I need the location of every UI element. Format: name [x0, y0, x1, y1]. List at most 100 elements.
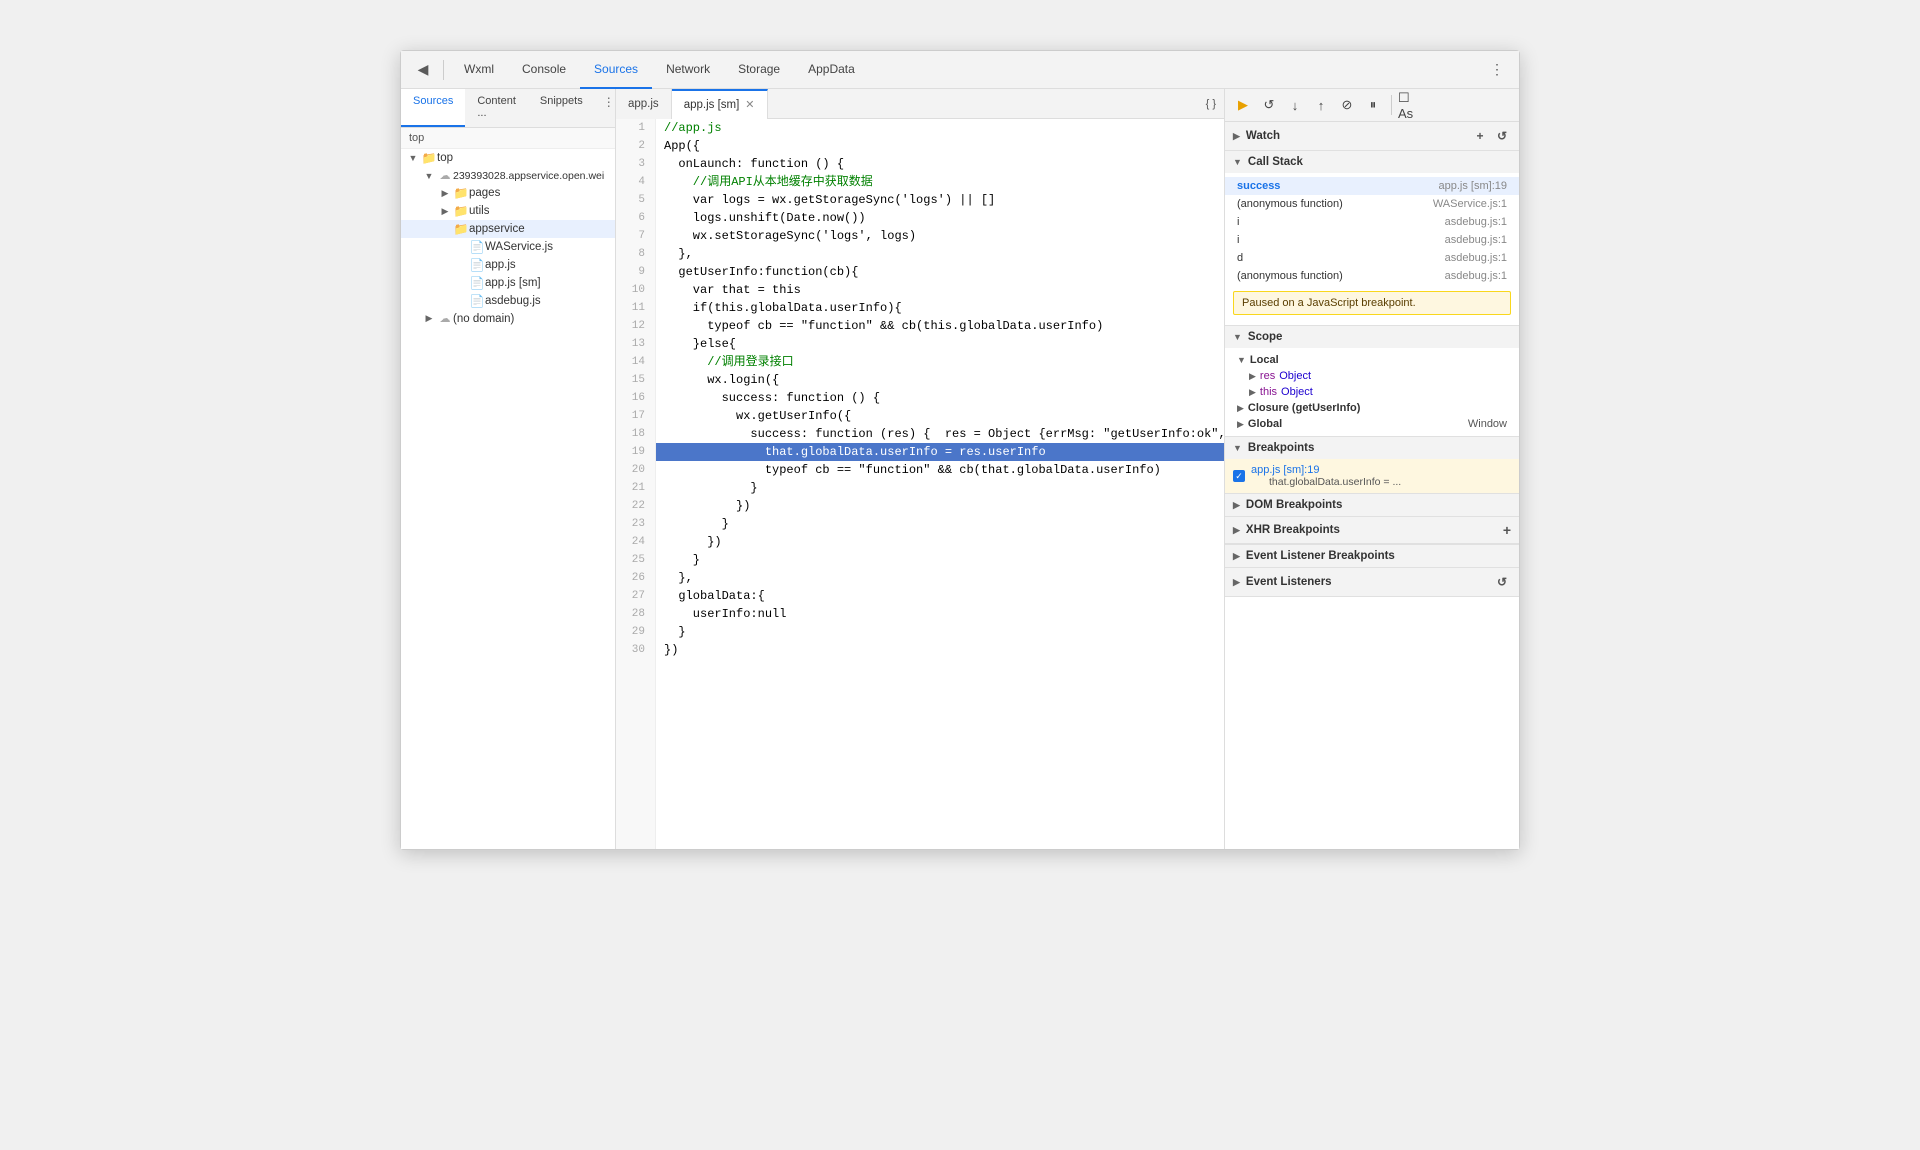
code-line-5[interactable]: var logs = wx.getStorageSync('logs') || … — [656, 191, 1224, 209]
tab-console[interactable]: Console — [508, 51, 580, 89]
tab-storage[interactable]: Storage — [724, 51, 794, 89]
tree-label-nodomain: (no domain) — [453, 313, 514, 325]
breakpoint-item-0[interactable]: ✓ app.js [sm]:19 that.globalData.userInf… — [1225, 461, 1519, 491]
call-stack-name-3: i — [1237, 234, 1437, 246]
watch-add-icon[interactable]: + — [1471, 127, 1489, 145]
xhr-add-icon[interactable]: + — [1503, 522, 1511, 538]
more-menu-icon[interactable]: ⋮ — [1483, 56, 1511, 84]
code-line-3[interactable]: onLaunch: function () { — [656, 155, 1224, 173]
code-line-25[interactable]: } — [656, 551, 1224, 569]
tab-sources[interactable]: Sources — [580, 51, 652, 89]
code-line-7[interactable]: wx.setStorageSync('logs', logs) — [656, 227, 1224, 245]
tree-item-domain[interactable]: ▼ ☁ 239393028.appservice.open.wei — [401, 167, 615, 184]
sidebar-tab-content[interactable]: Content ... — [465, 89, 528, 127]
event-listeners-header[interactable]: Event Listeners ↺ — [1225, 568, 1519, 596]
pause-on-exceptions-button[interactable]: ⏸ — [1361, 93, 1385, 117]
tab-wxml[interactable]: Wxml — [450, 51, 508, 89]
call-stack-item-4[interactable]: d asdebug.js:1 — [1225, 249, 1519, 267]
step-out-button[interactable]: ↑ — [1309, 93, 1333, 117]
xhr-breakpoints-header[interactable]: XHR Breakpoints + — [1225, 517, 1519, 544]
editor-tab-close-icon[interactable]: ✕ — [745, 98, 754, 111]
scope-this-item[interactable]: ▶ this Object — [1225, 384, 1519, 400]
scope-res-item[interactable]: ▶ res Object — [1225, 368, 1519, 384]
tab-appdata[interactable]: AppData — [794, 51, 869, 89]
code-line-18[interactable]: success: function (res) { res = Object {… — [656, 425, 1224, 443]
code-line-22[interactable]: }) — [656, 497, 1224, 515]
code-line-14[interactable]: //调用登录接口 — [656, 353, 1224, 371]
code-line-29[interactable]: } — [656, 623, 1224, 641]
sidebar-tab-more-icon[interactable]: ⋮ — [595, 89, 616, 127]
code-line-8[interactable]: }, — [656, 245, 1224, 263]
sidebar-tab-snippets[interactable]: Snippets — [528, 89, 595, 127]
editor-tab-appjs-label: app.js — [628, 98, 659, 110]
event-listener-bp-header[interactable]: Event Listener Breakpoints — [1225, 545, 1519, 567]
code-line-1[interactable]: //app.js — [656, 119, 1224, 137]
code-line-30[interactable]: }) — [656, 641, 1224, 659]
tree-item-pages[interactable]: ▶ 📁 pages — [401, 184, 615, 202]
code-editor-area: app.js app.js [sm] ✕ { } 123456789101112… — [616, 89, 1224, 849]
code-line-9[interactable]: getUserInfo:function(cb){ — [656, 263, 1224, 281]
step-over-button[interactable]: ↺ — [1257, 93, 1281, 117]
line-number-8: 8 — [616, 245, 649, 263]
code-line-23[interactable]: } — [656, 515, 1224, 533]
code-line-21[interactable]: } — [656, 479, 1224, 497]
call-stack-item-5[interactable]: (anonymous function) asdebug.js:1 — [1225, 267, 1519, 285]
tree-item-asdebug[interactable]: 📄 asdebug.js — [401, 292, 615, 310]
call-stack-item-3[interactable]: i asdebug.js:1 — [1225, 231, 1519, 249]
tree-item-nodomain[interactable]: ▶ ☁ (no domain) — [401, 310, 615, 327]
editor-tab-appjssm[interactable]: app.js [sm] ✕ — [672, 89, 768, 119]
code-line-17[interactable]: wx.getUserInfo({ — [656, 407, 1224, 425]
code-line-19[interactable]: that.globalData.userInfo = res.userInfo — [656, 443, 1224, 461]
tree-item-utils[interactable]: ▶ 📁 utils — [401, 202, 615, 220]
scope-header[interactable]: Scope — [1225, 326, 1519, 348]
call-stack-label: Call Stack — [1248, 156, 1303, 168]
code-line-12[interactable]: typeof cb == "function" && cb(this.globa… — [656, 317, 1224, 335]
code-content[interactable]: //app.jsApp({ onLaunch: function () { //… — [656, 119, 1224, 849]
code-line-15[interactable]: wx.login({ — [656, 371, 1224, 389]
editor-search-icon[interactable]: { } — [1206, 98, 1216, 110]
code-line-10[interactable]: var that = this — [656, 281, 1224, 299]
watch-header[interactable]: Watch + ↺ — [1225, 122, 1519, 150]
tab-network[interactable]: Network — [652, 51, 724, 89]
call-stack-item-2[interactable]: i asdebug.js:1 — [1225, 213, 1519, 231]
line-number-10: 10 — [616, 281, 649, 299]
tree-item-waservice[interactable]: 📄 WAService.js — [401, 238, 615, 256]
scope-local-header[interactable]: ▼ Local — [1225, 352, 1519, 368]
code-line-28[interactable]: userInfo:null — [656, 605, 1224, 623]
editor-tab-appjs[interactable]: app.js — [616, 89, 672, 119]
step-into-button[interactable]: ↓ — [1283, 93, 1307, 117]
tree-arrow-nodomain: ▶ — [421, 313, 437, 324]
file-icon-appjssm: 📄 — [469, 276, 485, 290]
back-icon[interactable]: ◀ — [409, 56, 437, 84]
resume-button[interactable]: ▶ — [1231, 93, 1255, 117]
tree-item-appjssm[interactable]: 📄 app.js [sm] — [401, 274, 615, 292]
event-listeners-refresh-icon[interactable]: ↺ — [1493, 573, 1511, 591]
call-stack-item-0[interactable]: success app.js [sm]:19 — [1225, 177, 1519, 195]
watch-refresh-icon[interactable]: ↺ — [1493, 127, 1511, 145]
code-line-27[interactable]: globalData:{ — [656, 587, 1224, 605]
call-stack-item-1[interactable]: (anonymous function) WAService.js:1 — [1225, 195, 1519, 213]
code-line-26[interactable]: }, — [656, 569, 1224, 587]
sidebar-tab-sources[interactable]: Sources — [401, 89, 465, 127]
deactivate-breakpoints-button[interactable]: ⊘ — [1335, 93, 1359, 117]
code-line-24[interactable]: }) — [656, 533, 1224, 551]
code-line-4[interactable]: //调用API从本地缓存中获取数据 — [656, 173, 1224, 191]
right-panel: ▶ ↺ ↓ ↑ ⊘ ⏸ ☐ As Watch + ↺ — [1224, 89, 1519, 849]
code-line-16[interactable]: success: function () { — [656, 389, 1224, 407]
call-stack-header[interactable]: Call Stack — [1225, 151, 1519, 173]
code-line-2[interactable]: App({ — [656, 137, 1224, 155]
scope-global-header[interactable]: ▶ Global Window — [1225, 416, 1519, 432]
as-button[interactable]: ☐ As — [1398, 93, 1422, 117]
breakpoints-header[interactable]: Breakpoints — [1225, 437, 1519, 459]
code-line-13[interactable]: }else{ — [656, 335, 1224, 353]
code-line-20[interactable]: typeof cb == "function" && cb(that.globa… — [656, 461, 1224, 479]
code-line-11[interactable]: if(this.globalData.userInfo){ — [656, 299, 1224, 317]
tree-item-top[interactable]: ▼ 📁 top — [401, 149, 615, 167]
tree-item-appservice[interactable]: 📁 appservice — [401, 220, 615, 238]
code-line-6[interactable]: logs.unshift(Date.now()) — [656, 209, 1224, 227]
dom-breakpoints-header[interactable]: DOM Breakpoints — [1225, 494, 1519, 516]
scope-this-key: this — [1260, 386, 1277, 398]
scope-closure-header[interactable]: ▶ Closure (getUserInfo) — [1225, 400, 1519, 416]
breakpoint-checkbox-0[interactable]: ✓ — [1233, 470, 1245, 482]
tree-item-appjs[interactable]: 📄 app.js — [401, 256, 615, 274]
